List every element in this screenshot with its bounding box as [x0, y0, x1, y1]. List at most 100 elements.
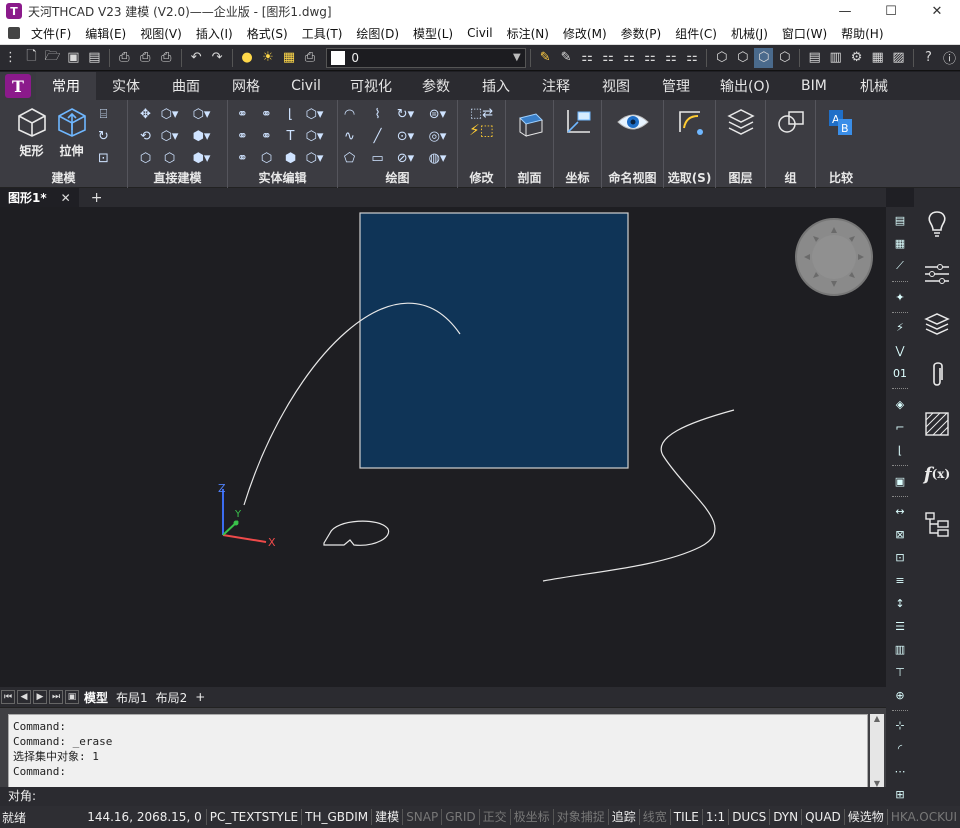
menu-dimension[interactable]: 标注(N): [500, 25, 556, 42]
match-prop-icon[interactable]: ✎: [536, 48, 555, 68]
tab-parametric[interactable]: 参数: [406, 72, 466, 100]
shade-icon[interactable]: ⬡: [775, 48, 794, 68]
menu-component[interactable]: 组件(C): [668, 25, 724, 42]
app-menu-button[interactable]: T: [0, 72, 36, 100]
named-view-button[interactable]: [615, 104, 651, 140]
curve-icon[interactable]: ∿: [340, 126, 360, 146]
print-preview-icon[interactable]: ⎙: [136, 48, 155, 68]
menu-view[interactable]: 视图(V): [133, 25, 189, 42]
status-toggle-grid[interactable]: GRID: [441, 809, 478, 825]
tab-visualize[interactable]: 可视化: [336, 72, 406, 100]
dim-block-icon[interactable]: ▥: [890, 640, 910, 659]
mark-icon[interactable]: ⊹: [890, 716, 910, 735]
sweep-icon[interactable]: ⊡: [94, 148, 114, 168]
chamfer-edge-icon[interactable]: T: [281, 126, 301, 146]
layer-dropdown[interactable]: 0 ▼: [326, 47, 526, 68]
dim-stack-icon[interactable]: ≡: [890, 571, 910, 590]
snap-icon[interactable]: ✦: [890, 288, 910, 307]
close-tab-icon[interactable]: ✕: [61, 191, 71, 205]
clean-icon[interactable]: ⬡: [257, 148, 277, 168]
status-toggle-dyn[interactable]: DYN: [769, 809, 801, 825]
properties-panel-icon[interactable]: ▤: [890, 211, 910, 230]
tab-civil[interactable]: Civil: [276, 72, 336, 100]
break-icon[interactable]: ◈: [890, 395, 910, 414]
layer-walk-icon[interactable]: ⚏: [682, 48, 701, 68]
extrude-button[interactable]: 拉伸: [54, 104, 90, 159]
extend-icon[interactable]: ⋁: [890, 341, 910, 360]
layers-button[interactable]: [723, 104, 759, 140]
interfere-icon[interactable]: ⚭: [257, 126, 277, 146]
status-toggle-1-1[interactable]: 1:1: [701, 809, 728, 825]
new-tab-button[interactable]: +: [91, 190, 103, 206]
tab-solid[interactable]: 实体: [96, 72, 156, 100]
menu-help[interactable]: 帮助(H): [834, 25, 890, 42]
table-icon[interactable]: ▦: [890, 234, 910, 253]
tab-mesh[interactable]: 网格: [216, 72, 276, 100]
undo-icon[interactable]: ↶: [187, 48, 206, 68]
layer-freeze-icon[interactable]: ⚏: [620, 48, 639, 68]
first-layout-icon[interactable]: ⏮: [1, 690, 15, 704]
hatch-panel-icon[interactable]: [919, 406, 955, 442]
dim-box-icon[interactable]: ⊠: [890, 525, 910, 544]
status-toggle-5[interactable]: 正交: [478, 809, 510, 825]
expand-icon[interactable]: ⋯: [890, 762, 910, 781]
next-layout-icon[interactable]: ▶: [33, 690, 47, 704]
calculator-icon[interactable]: ▦: [868, 48, 887, 68]
status-toggle-6[interactable]: 极坐标: [509, 809, 553, 825]
dim-radius-icon[interactable]: ⊡: [890, 548, 910, 567]
tab-annotate[interactable]: 注释: [526, 72, 586, 100]
status-toggle-2[interactable]: 建模: [371, 809, 402, 825]
select-button[interactable]: [672, 104, 708, 140]
extract-edges-icon[interactable]: ⬡▾: [305, 148, 325, 168]
dim-line-icon[interactable]: ↔: [890, 502, 910, 521]
rotate-icon[interactable]: ↻▾: [396, 104, 416, 124]
status-toggle-8[interactable]: 追踪: [607, 809, 639, 825]
color-face-icon[interactable]: ⬡: [160, 148, 180, 168]
maximize-button[interactable]: ☐: [868, 0, 914, 22]
menu-civil[interactable]: Civil: [460, 26, 499, 40]
new-file-icon[interactable]: 🗋: [22, 48, 41, 68]
minimize-button[interactable]: —: [822, 0, 868, 22]
help-icon[interactable]: ?: [919, 48, 938, 68]
status-toggle-9[interactable]: 线宽: [638, 809, 670, 825]
visual-style-icon[interactable]: ⬡: [754, 47, 774, 68]
redo-icon[interactable]: ↷: [208, 48, 227, 68]
menu-tools[interactable]: 工具(T): [295, 25, 350, 42]
compare-button[interactable]: AB: [823, 104, 859, 140]
donut-icon[interactable]: ◎▾: [428, 126, 448, 146]
tab-view[interactable]: 视图: [586, 72, 646, 100]
line-icon[interactable]: ╱: [368, 126, 388, 146]
tab-manage[interactable]: 管理: [646, 72, 706, 100]
layer-on-icon[interactable]: ⚏: [641, 48, 660, 68]
offset-face-icon[interactable]: ⬡▾: [192, 104, 212, 124]
sliders-icon[interactable]: [919, 256, 955, 292]
save-as-icon[interactable]: ▤: [85, 48, 104, 68]
dim-vertical-icon[interactable]: ↕: [890, 594, 910, 613]
box-button[interactable]: 矩形: [14, 104, 50, 159]
status-toggle-th-gbdim[interactable]: TH_GBDIM: [301, 809, 371, 825]
menu-draw[interactable]: 绘图(D): [349, 25, 406, 42]
layer-unfreeze-icon[interactable]: ⚏: [661, 48, 680, 68]
function-icon[interactable]: f (x): [919, 456, 955, 492]
thicken-icon[interactable]: ⬢: [281, 148, 301, 168]
polygon-icon[interactable]: ⬠: [340, 148, 360, 168]
document-tab[interactable]: 图形1* ✕: [0, 188, 79, 207]
status-toggle-snap[interactable]: SNAP: [402, 809, 441, 825]
move-face-icon[interactable]: ✥: [136, 104, 156, 124]
menu-mechanical[interactable]: 机械(J): [724, 25, 775, 42]
settings-icon[interactable]: ⚙: [847, 48, 866, 68]
trim-icon[interactable]: ⚡: [890, 318, 910, 337]
arc-icon[interactable]: ◠: [340, 104, 360, 124]
tab-bim[interactable]: BIM: [784, 72, 844, 100]
menu-modify[interactable]: 修改(M): [556, 25, 614, 42]
imprint-icon[interactable]: ⬡▾: [305, 126, 325, 146]
menu-insert[interactable]: 插入(I): [189, 25, 240, 42]
rectangle-icon[interactable]: ▭: [368, 148, 388, 168]
tree-icon[interactable]: [919, 506, 955, 542]
about-icon[interactable]: ⓘ: [940, 48, 959, 68]
save-icon[interactable]: ▣: [64, 48, 83, 68]
tab-surface[interactable]: 曲面: [156, 72, 216, 100]
tab-mechanical[interactable]: 机械: [844, 72, 904, 100]
delete-face-icon[interactable]: ⬢▾: [192, 126, 212, 146]
ellipse-icon[interactable]: ⊜▾: [428, 104, 448, 124]
